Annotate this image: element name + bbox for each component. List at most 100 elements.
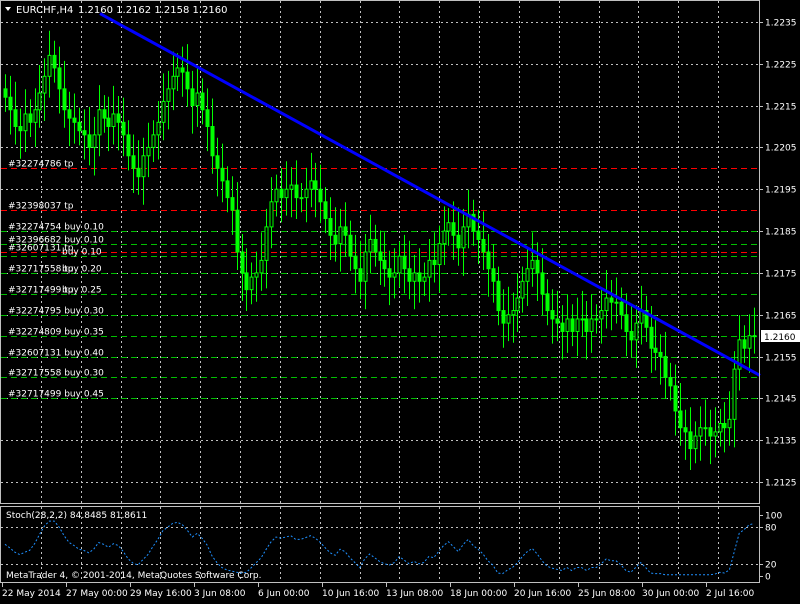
price-tick-label: 1.2215 bbox=[765, 103, 797, 113]
candle-body bbox=[348, 234, 353, 257]
candle-body bbox=[294, 184, 299, 199]
candle-body bbox=[289, 184, 294, 190]
candle-body bbox=[200, 92, 205, 111]
candle-body bbox=[678, 410, 683, 429]
candle-body bbox=[363, 251, 368, 282]
candle-body bbox=[13, 109, 18, 128]
candle-body bbox=[175, 67, 180, 77]
chart-window[interactable]: #32274786 tp #32398037 tp #32274754 buy 0.… bbox=[0, 0, 800, 600]
candle-body bbox=[111, 113, 116, 127]
candle-body bbox=[358, 268, 363, 282]
candle-body bbox=[451, 222, 456, 236]
candle-body bbox=[501, 310, 506, 324]
candle-body bbox=[156, 121, 161, 136]
level-label: 0 bbox=[765, 573, 771, 583]
candle-body bbox=[432, 259, 437, 266]
candle-body bbox=[427, 259, 432, 278]
candle-body bbox=[580, 318, 585, 321]
candle-body bbox=[264, 226, 269, 261]
level-label: 100 bbox=[765, 512, 782, 522]
symbol-label: EURCHF,H4 bbox=[16, 5, 73, 16]
candle-body bbox=[565, 318, 570, 332]
candle-body bbox=[545, 293, 550, 312]
candle-body bbox=[343, 226, 348, 236]
candle-body bbox=[318, 188, 323, 203]
candle-body bbox=[18, 126, 23, 132]
candle-body bbox=[515, 297, 520, 312]
price-tick-label: 1.2155 bbox=[765, 354, 797, 364]
order-line-label: buy 0.25 bbox=[62, 286, 102, 296]
candle-body bbox=[259, 259, 264, 274]
candle-body bbox=[8, 96, 13, 111]
price-tick-label: 1.2185 bbox=[765, 228, 797, 238]
candle-body bbox=[698, 427, 703, 437]
candle-body bbox=[304, 188, 309, 199]
candle-body bbox=[673, 385, 678, 412]
candle-body bbox=[57, 67, 62, 90]
candle-body bbox=[392, 272, 397, 278]
order-line-label: #32398037 tp bbox=[8, 202, 74, 212]
candle-body bbox=[116, 113, 121, 123]
candle-body bbox=[382, 259, 387, 270]
candle-body bbox=[42, 75, 47, 94]
candle-body bbox=[67, 109, 72, 119]
candle-body bbox=[249, 276, 254, 291]
candlestick-chart[interactable]: #32274786 tp #32398037 tp #32274754 buy 0.… bbox=[0, 0, 800, 600]
candle-body bbox=[338, 226, 343, 245]
candle-body bbox=[82, 130, 87, 136]
candle-body bbox=[584, 318, 589, 332]
candle-body bbox=[205, 109, 210, 128]
candle-body bbox=[166, 88, 171, 102]
candle-body bbox=[634, 322, 639, 341]
candle-body bbox=[37, 92, 42, 111]
level-label: 20 bbox=[765, 561, 777, 571]
candle-body bbox=[373, 238, 378, 253]
candle-body bbox=[476, 230, 481, 240]
candle-body bbox=[190, 88, 195, 107]
candle-body bbox=[180, 67, 185, 73]
candle-body bbox=[3, 88, 8, 98]
copyright-text: MetaTrader 4, © 2001-2014, MetaQuotes So… bbox=[6, 571, 262, 581]
order-line-label: #32274786 tp bbox=[8, 160, 74, 170]
candle-body bbox=[506, 314, 511, 324]
candle-body bbox=[442, 230, 447, 245]
level-label: 80 bbox=[765, 524, 777, 534]
time-label: 18 Jun 00:00 bbox=[450, 589, 507, 599]
candle-body bbox=[722, 423, 727, 429]
candle-body bbox=[378, 251, 383, 261]
candle-body bbox=[368, 238, 373, 253]
candle-body bbox=[240, 251, 245, 274]
candle-body bbox=[220, 167, 225, 182]
time-label: 10 Jun 16:00 bbox=[322, 589, 379, 599]
candle-body bbox=[284, 188, 289, 199]
candle-body bbox=[703, 427, 708, 430]
candle-body bbox=[146, 146, 151, 157]
candle-body bbox=[28, 113, 33, 123]
order-line-label: buy 0.20 bbox=[62, 265, 102, 275]
order-line-label: #32274754 buy 0.10 bbox=[8, 223, 104, 233]
order-line-label: buy 0.10 bbox=[62, 248, 102, 258]
candle-body bbox=[131, 155, 136, 169]
candle-body bbox=[235, 209, 240, 253]
candle-body bbox=[72, 117, 77, 123]
price-tick-label: 1.2165 bbox=[765, 312, 797, 322]
current-price-label: 1.2160 bbox=[764, 333, 796, 343]
price-tick-label: 1.2225 bbox=[765, 61, 797, 71]
candle-body bbox=[126, 134, 131, 157]
candle-body bbox=[279, 188, 284, 199]
time-label: 30 Jun 00:00 bbox=[642, 589, 699, 599]
candle-body bbox=[742, 339, 747, 349]
candle-body bbox=[594, 318, 599, 321]
candle-body bbox=[52, 54, 57, 69]
candle-body bbox=[121, 121, 126, 136]
time-label: 2 Jul 16:00 bbox=[706, 589, 755, 599]
candle-body bbox=[619, 301, 624, 316]
candle-body bbox=[511, 310, 516, 316]
order-line-label: #32274795 buy 0.30 bbox=[8, 307, 104, 317]
candle-body bbox=[481, 238, 486, 253]
candle-body bbox=[540, 272, 545, 295]
candle-body bbox=[215, 155, 220, 169]
candle-body bbox=[151, 134, 156, 148]
candle-body bbox=[244, 272, 249, 291]
candle-body bbox=[550, 310, 555, 320]
